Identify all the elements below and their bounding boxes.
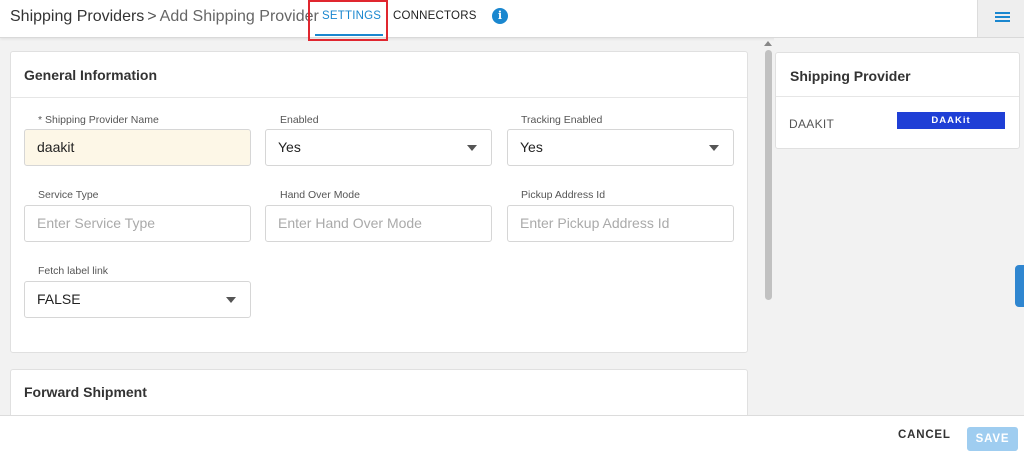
pickup-address-id-label: Pickup Address Id: [521, 189, 606, 201]
cancel-button[interactable]: CANCEL: [898, 429, 951, 441]
tab-connectors[interactable]: CONNECTORS: [393, 10, 477, 22]
enabled-select-value: Yes: [278, 139, 301, 155]
chevron-down-icon: [467, 145, 477, 151]
service-type-label: Service Type: [38, 189, 99, 201]
provider-name-input[interactable]: daakit: [24, 129, 251, 166]
highlight-box: [308, 0, 388, 41]
info-icon[interactable]: i: [492, 8, 508, 24]
pickup-address-id-input[interactable]: Enter Pickup Address Id: [507, 205, 734, 242]
hamburger-icon-bar: [995, 20, 1010, 22]
logo-text: DAAKit: [931, 115, 971, 126]
tracking-enabled-select[interactable]: Yes: [507, 129, 734, 166]
hand-over-mode-input[interactable]: Enter Hand Over Mode: [265, 205, 492, 242]
enabled-select[interactable]: Yes: [265, 129, 492, 166]
menu-button[interactable]: [977, 0, 1024, 37]
provider-name-label: * Shipping Provider Name: [38, 114, 159, 126]
footer-bar: CANCEL SAVE: [0, 415, 1024, 455]
tracking-enabled-select-value: Yes: [520, 139, 543, 155]
provider-logo: DAAKit: [897, 112, 1005, 129]
breadcrumb-separator: >: [147, 8, 157, 25]
breadcrumb-current: Add Shipping Provider: [159, 8, 319, 25]
shipping-provider-card: Shipping Provider: [775, 52, 1020, 149]
save-button[interactable]: SAVE: [967, 427, 1018, 451]
shipping-provider-title: Shipping Provider: [776, 53, 1019, 97]
fetch-label-link-select[interactable]: FALSE: [24, 281, 251, 318]
scrollbar-thumb[interactable]: [765, 50, 772, 300]
general-information-title: General Information: [11, 52, 747, 98]
hamburger-icon-bar: [995, 16, 1010, 18]
top-bar: Shipping Providers > Add Shipping Provider…: [0, 0, 1024, 41]
hand-over-mode-label: Hand Over Mode: [280, 189, 360, 201]
enabled-label: Enabled: [280, 114, 319, 126]
hamburger-icon: [995, 12, 1010, 14]
fetch-label-link-select-value: FALSE: [37, 291, 81, 307]
fetch-label-link-label: Fetch label link: [38, 265, 109, 277]
chevron-down-icon: [226, 297, 236, 303]
forward-shipment-title: Forward Shipment: [24, 384, 147, 400]
tracking-enabled-label: Tracking Enabled: [521, 114, 603, 126]
side-drawer-tab[interactable]: [1015, 265, 1024, 307]
general-information-card: General Information * Shipping Provider …: [10, 51, 748, 353]
provider-name-text: DAAKIT: [789, 117, 835, 131]
breadcrumb: Shipping Providers > Add Shipping Provider: [10, 8, 319, 26]
breadcrumb-parent-link[interactable]: Shipping Providers: [10, 8, 144, 25]
scroll-up-arrow-icon[interactable]: [764, 41, 772, 46]
service-type-input[interactable]: Enter Service Type: [24, 205, 251, 242]
chevron-down-icon: [709, 145, 719, 151]
